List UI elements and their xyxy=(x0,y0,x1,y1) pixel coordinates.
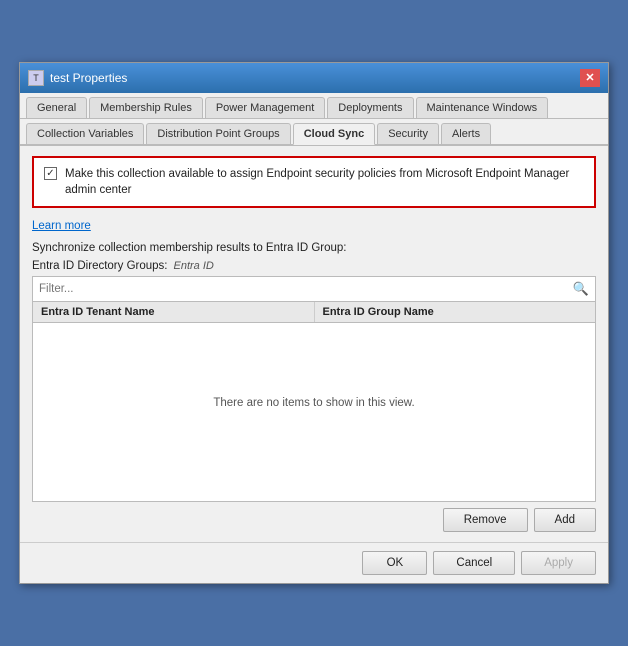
tab-distribution-point-groups[interactable]: Distribution Point Groups xyxy=(146,123,290,144)
ok-button[interactable]: OK xyxy=(362,551,427,575)
highlight-checkbox-box: Make this collection available to assign… xyxy=(32,156,596,208)
col-tenant-name: Entra ID Tenant Name xyxy=(33,302,315,322)
tab-general[interactable]: General xyxy=(26,97,87,118)
tab-membership-rules[interactable]: Membership Rules xyxy=(89,97,203,118)
col-group-name: Entra ID Group Name xyxy=(315,302,596,322)
window-icon: T xyxy=(28,70,44,86)
tabs-row-1: General Membership Rules Power Managemen… xyxy=(20,93,608,119)
content-area: Make this collection available to assign… xyxy=(20,146,608,542)
table-container: Entra ID Tenant Name Entra ID Group Name… xyxy=(32,302,596,502)
title-bar: T test Properties ✕ xyxy=(20,63,608,93)
learn-more-link[interactable]: Learn more xyxy=(32,220,91,232)
search-icon: 🔍 xyxy=(567,277,595,301)
tab-security[interactable]: Security xyxy=(377,123,439,144)
entra-section: Entra ID Directory Groups: Entra ID xyxy=(32,260,596,272)
table-header: Entra ID Tenant Name Entra ID Group Name xyxy=(33,302,595,323)
tab-collection-variables[interactable]: Collection Variables xyxy=(26,123,144,144)
sync-label: Synchronize collection membership result… xyxy=(32,242,596,254)
close-button[interactable]: ✕ xyxy=(580,69,600,87)
entra-directory-label: Entra ID Directory Groups: xyxy=(32,260,167,272)
title-bar-left: T test Properties xyxy=(28,70,127,86)
table-body: There are no items to show in this view. xyxy=(33,323,595,483)
filter-input[interactable] xyxy=(33,279,567,299)
cancel-button[interactable]: Cancel xyxy=(433,551,515,575)
window-title: test Properties xyxy=(50,71,127,85)
apply-button[interactable]: Apply xyxy=(521,551,596,575)
tab-alerts[interactable]: Alerts xyxy=(441,123,491,144)
dialog-window: T test Properties ✕ General Membership R… xyxy=(19,62,609,584)
tab-power-management[interactable]: Power Management xyxy=(205,97,325,118)
checkbox-wrap: Make this collection available to assign… xyxy=(44,166,584,198)
tab-deployments[interactable]: Deployments xyxy=(327,97,413,118)
tab-maintenance-windows[interactable]: Maintenance Windows xyxy=(416,97,549,118)
remove-button[interactable]: Remove xyxy=(443,508,528,532)
entra-id-badge: Entra ID xyxy=(173,260,213,272)
footer-row: OK Cancel Apply xyxy=(20,542,608,583)
no-items-text: There are no items to show in this view. xyxy=(213,397,414,409)
filter-row: 🔍 xyxy=(32,276,596,302)
endpoint-policy-checkbox[interactable] xyxy=(44,167,57,180)
add-button[interactable]: Add xyxy=(534,508,596,532)
tab-cloud-sync[interactable]: Cloud Sync xyxy=(293,123,376,145)
tabs-row-2: Collection Variables Distribution Point … xyxy=(20,119,608,146)
table-action-buttons: Remove Add xyxy=(32,508,596,532)
checkbox-label: Make this collection available to assign… xyxy=(65,166,584,198)
